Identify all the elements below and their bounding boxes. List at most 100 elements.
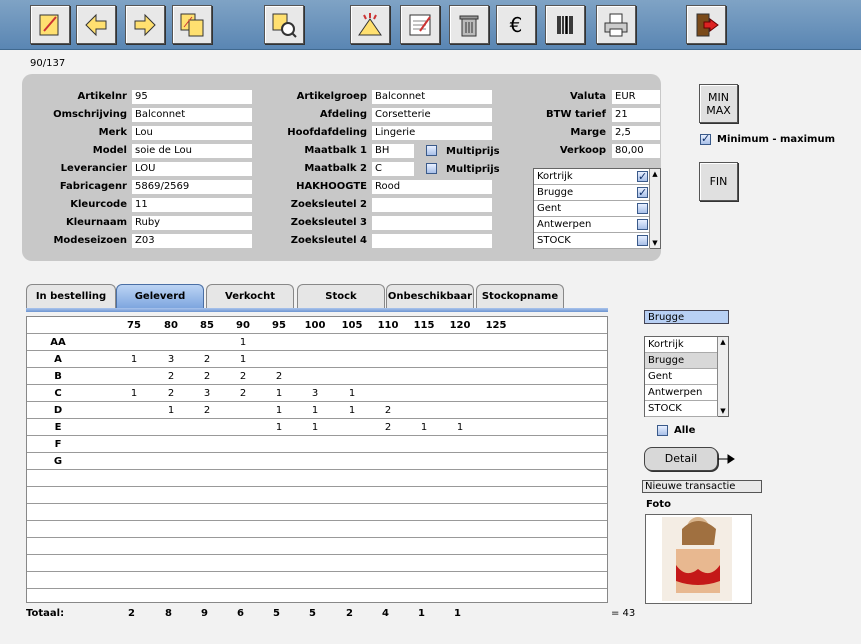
article-field-6[interactable]: 11 <box>132 198 252 212</box>
previous-button[interactable] <box>76 5 116 44</box>
grid-cell[interactable]: 3 <box>192 388 222 399</box>
tab-stock[interactable]: Stock <box>297 284 385 308</box>
price-field-0[interactable]: EUR <box>612 90 660 104</box>
store-list-item[interactable]: Brugge <box>645 353 718 369</box>
store-checkbox[interactable] <box>637 203 648 214</box>
article-field-4[interactable]: LOU <box>132 162 252 176</box>
store-checkbox[interactable] <box>637 219 648 230</box>
grid-cell[interactable]: 1 <box>445 422 475 433</box>
grid-cell[interactable]: 1 <box>409 422 439 433</box>
article-field-1[interactable]: Balconnet <box>132 108 252 122</box>
store-list-item[interactable]: Kortrijk <box>645 337 718 353</box>
tab-geleverd[interactable]: Geleverd <box>116 284 204 308</box>
new-transaction-field[interactable]: Nieuwe transactie <box>642 480 762 493</box>
minmax-checkbox[interactable] <box>700 132 711 145</box>
grid-cell[interactable]: 1 <box>337 405 367 416</box>
store-checklist[interactable]: Kortrijk Brugge Gent Antwerpen STOCK ▲ ▼ <box>533 168 661 249</box>
grid-cell[interactable]: 1 <box>264 405 294 416</box>
article-field-0[interactable]: 95 <box>132 90 252 104</box>
group-field-2[interactable]: Lingerie <box>372 126 492 140</box>
group-field-7[interactable] <box>372 216 492 230</box>
group-field-0[interactable]: Balconnet <box>372 90 492 104</box>
grid-cell[interactable]: 2 <box>228 388 258 399</box>
article-field-5[interactable]: 5869/2569 <box>132 180 252 194</box>
grid-cell[interactable]: 2 <box>373 422 403 433</box>
grid-cell[interactable]: 2 <box>192 405 222 416</box>
grid-cell[interactable]: 2 <box>192 354 222 365</box>
multiprijs-1-checkbox[interactable] <box>426 145 437 156</box>
tab-in-bestelling[interactable]: In bestelling <box>26 284 116 308</box>
scroll-down-icon[interactable]: ▼ <box>718 406 728 416</box>
group-field-3[interactable]: BH <box>372 144 414 158</box>
group-field-1[interactable]: Corsetterie <box>372 108 492 122</box>
fin-button[interactable]: FIN <box>699 162 738 201</box>
grid-cell[interactable]: 2 <box>228 371 258 382</box>
grid-cell[interactable]: 2 <box>264 371 294 382</box>
price-field-3[interactable]: 80,00 <box>612 144 660 158</box>
grid-cell[interactable]: 3 <box>300 388 330 399</box>
barcode-button[interactable] <box>545 5 585 44</box>
store-checkbox[interactable] <box>637 185 648 200</box>
grid-cell[interactable]: 2 <box>156 388 186 399</box>
selected-store-field[interactable]: Brugge <box>644 310 729 324</box>
grid-cell[interactable]: 1 <box>156 405 186 416</box>
store-checklist-item[interactable]: Brugge <box>534 185 650 201</box>
store-checklist-item[interactable]: Kortrijk <box>534 169 650 185</box>
column-total: 4 <box>382 608 389 619</box>
grid-cell[interactable]: 1 <box>264 422 294 433</box>
store-checklist-item[interactable]: Gent <box>534 201 650 217</box>
notes-button[interactable] <box>400 5 440 44</box>
multiprijs-2-checkbox[interactable] <box>426 163 437 174</box>
tab-verkocht[interactable]: Verkocht <box>206 284 294 308</box>
group-field-8[interactable] <box>372 234 492 248</box>
grid-cell[interactable]: 1 <box>264 388 294 399</box>
grid-cell[interactable]: 1 <box>228 354 258 365</box>
store-checklist-item[interactable]: STOCK <box>534 233 650 249</box>
copy-button[interactable] <box>172 5 212 44</box>
tab-onbeschikbaar[interactable]: Onbeschikbaar <box>386 284 474 308</box>
alle-checkbox[interactable] <box>657 425 668 436</box>
grid-cell[interactable]: 2 <box>192 371 222 382</box>
scroll-up-icon[interactable]: ▲ <box>718 337 728 347</box>
article-field-8[interactable]: Z03 <box>132 234 252 248</box>
minmax-button[interactable]: MIN MAX <box>699 84 738 123</box>
store-checkbox[interactable] <box>637 235 648 246</box>
euro-button[interactable]: € <box>496 5 536 44</box>
grid-cell[interactable]: 1 <box>228 337 258 348</box>
grid-cell[interactable]: 1 <box>119 388 149 399</box>
price-field-2[interactable]: 2,5 <box>612 126 660 140</box>
grid-cell[interactable]: 1 <box>119 354 149 365</box>
search-button[interactable] <box>264 5 304 44</box>
grid-cell[interactable]: 1 <box>300 422 330 433</box>
next-button[interactable] <box>125 5 165 44</box>
grid-cell[interactable]: 3 <box>156 354 186 365</box>
store-list-item[interactable]: Gent <box>645 369 718 385</box>
price-field-1[interactable]: 21 <box>612 108 660 122</box>
store-checklist-item[interactable]: Antwerpen <box>534 217 650 233</box>
grid-cell[interactable]: 1 <box>300 405 330 416</box>
delete-button[interactable] <box>449 5 489 44</box>
edit-button[interactable] <box>30 5 70 44</box>
article-field-7[interactable]: Ruby <box>132 216 252 230</box>
grid-cell[interactable]: 1 <box>337 388 367 399</box>
store-list-scrollbar[interactable]: ▲ ▼ <box>717 337 728 416</box>
scroll-down-icon[interactable]: ▼ <box>650 238 660 248</box>
print-button[interactable] <box>596 5 636 44</box>
scroll-up-icon[interactable]: ▲ <box>650 169 660 179</box>
exit-button[interactable] <box>686 5 726 44</box>
group-field-4[interactable]: C <box>372 162 414 176</box>
store-list-item[interactable]: STOCK <box>645 401 718 417</box>
store-checklist-scrollbar[interactable]: ▲ ▼ <box>649 169 660 248</box>
group-field-5[interactable]: Rood <box>372 180 492 194</box>
tab-stockopname[interactable]: Stockopname <box>476 284 564 308</box>
new-button[interactable] <box>350 5 390 44</box>
article-field-3[interactable]: soie de Lou <box>132 144 252 158</box>
group-field-6[interactable] <box>372 198 492 212</box>
detail-button[interactable]: Detail <box>644 447 718 471</box>
store-list-item[interactable]: Antwerpen <box>645 385 718 401</box>
grid-cell[interactable]: 2 <box>156 371 186 382</box>
store-checkbox[interactable] <box>637 169 648 184</box>
article-field-2[interactable]: Lou <box>132 126 252 140</box>
store-list[interactable]: Kortrijk Brugge Gent Antwerpen STOCK ▲ ▼ <box>644 336 729 417</box>
grid-cell[interactable]: 2 <box>373 405 403 416</box>
